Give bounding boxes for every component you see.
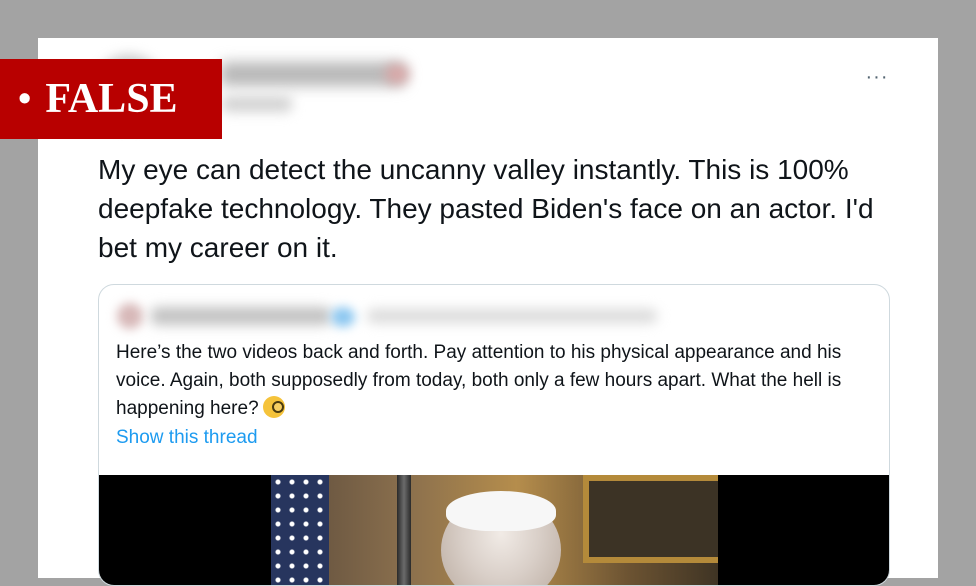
video-media[interactable] (99, 475, 889, 585)
blurred-handle (222, 96, 292, 112)
face-with-monocle-icon (262, 396, 285, 418)
wall-painting (583, 475, 718, 563)
tweet-text: My eye can detect the uncanny valley ins… (98, 154, 874, 263)
quoted-text-body: Here’s the two videos back and forth. Pa… (116, 342, 842, 419)
quoted-blurred-handle (367, 309, 657, 323)
quoted-blurred-name (151, 307, 331, 325)
quoted-tweet-text: Here’s the two videos back and forth. Pa… (116, 339, 876, 423)
video-thumbnail (271, 475, 718, 585)
false-label-badge: • FALSE (0, 59, 222, 139)
quoted-tweet[interactable]: Here’s the two videos back and forth. Pa… (98, 284, 890, 586)
us-flag (271, 475, 329, 585)
badge-text: FALSE (45, 76, 178, 122)
blurred-display-name (220, 62, 405, 86)
badge-bullet: • (18, 78, 32, 120)
person-hair (446, 491, 556, 531)
quoted-blurred-avatar (117, 303, 143, 329)
blurred-name-emoji (385, 64, 409, 84)
flag-pole (397, 475, 411, 585)
verified-badge-icon (331, 307, 355, 327)
show-thread-link[interactable]: Show this thread (116, 427, 258, 449)
more-options-icon[interactable]: ··· (865, 66, 889, 88)
